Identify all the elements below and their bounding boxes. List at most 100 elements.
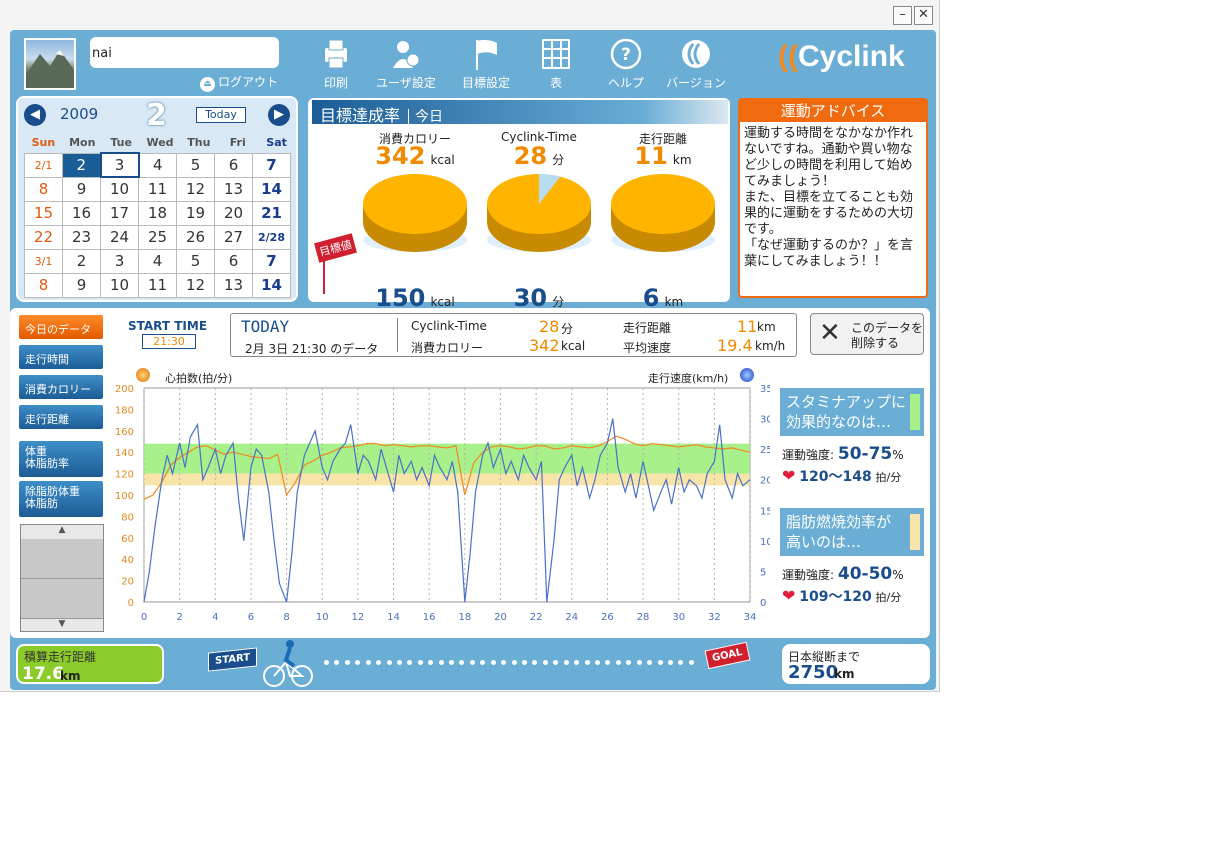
calendar-day[interactable]: 5 <box>176 248 215 274</box>
advice-panel: 運動アドバイス 運動する時間をなかなか作れないですね。通勤や買い物など少しの時間… <box>738 98 928 298</box>
speed-value: 19.4 <box>717 336 753 355</box>
calendar-day[interactable]: 16 <box>62 200 101 226</box>
calendar-day[interactable]: 24 <box>100 224 139 250</box>
achievement-pie <box>487 174 591 252</box>
today-button[interactable]: Today <box>196 107 246 123</box>
x-tick-label: 32 <box>708 612 721 623</box>
next-month-button[interactable]: ▶ <box>268 104 290 126</box>
calendar-day[interactable]: 3/1 <box>24 248 63 274</box>
calendar-day[interactable]: 15 <box>24 200 63 226</box>
goal-unit: 分 <box>552 295 565 309</box>
calendar-day[interactable]: 7 <box>252 248 291 274</box>
progress-dot <box>355 660 361 665</box>
username-field[interactable]: nai <box>90 37 279 68</box>
heart-rate-speed-chart: 0 2 4 6 8 10 12 14 16 18 20 22 24 26 28 30 32 34020406080… <box>115 384 770 623</box>
y-left-tick-label: 200 <box>115 384 134 395</box>
scroll-up-icon[interactable]: ▲ <box>21 525 103 539</box>
calendar-day[interactable]: 14 <box>252 176 291 202</box>
close-button[interactable]: ✕ <box>914 6 933 25</box>
toolbar-button-0[interactable]: 印刷 <box>306 38 366 91</box>
calendar-day[interactable]: 4 <box>138 152 177 178</box>
toolbar-button-4[interactable]: ? ヘルプ <box>596 38 656 91</box>
calendar-day[interactable]: 11 <box>138 272 177 298</box>
calendar-day[interactable]: 12 <box>176 176 215 202</box>
calendar-day[interactable]: 6 <box>214 248 253 274</box>
ct-value: 28 <box>539 317 560 336</box>
calendar-day[interactable]: 9 <box>62 272 101 298</box>
calendar-day[interactable]: 8 <box>24 272 63 298</box>
toolbar-button-1[interactable]: ユーザ設定 <box>376 38 436 91</box>
calendar-day[interactable]: 11 <box>138 176 177 202</box>
menu-scroll[interactable]: ▲ ▼ <box>20 524 104 632</box>
calendar-day[interactable]: 2 <box>62 248 101 274</box>
calendar-day[interactable]: 23 <box>62 224 101 250</box>
cyclink-logo: ((Cyclink <box>778 40 905 73</box>
weekday-thu: Thu <box>187 136 211 149</box>
progress-dot <box>376 660 382 665</box>
calendar-day[interactable]: 14 <box>252 272 291 298</box>
achievement-value: 342 <box>375 142 426 170</box>
x-tick-label: 16 <box>423 612 436 623</box>
toolbar-button-5[interactable]: バージョン <box>666 38 726 91</box>
progress-dot <box>449 660 455 665</box>
calendar-day[interactable]: 18 <box>138 200 177 226</box>
menu-item-1[interactable]: 走行時間 <box>18 344 104 370</box>
delete-data-button[interactable]: ✕ このデータを 削除する <box>810 313 924 355</box>
achievement-unit: km <box>672 153 692 167</box>
calendar-day[interactable]: 8 <box>24 176 63 202</box>
zone-hr-unit: 拍/分 <box>875 591 902 604</box>
x-tick-label: 30 <box>672 612 685 623</box>
logout-button[interactable]: ⏏ ログアウト <box>200 73 278 92</box>
progress-dot <box>667 660 673 665</box>
logo-text: Cyclink <box>797 40 905 73</box>
progress-dot <box>615 660 621 665</box>
progress-dot <box>428 660 434 665</box>
scroll-down-icon[interactable]: ▼ <box>21 619 103 631</box>
toolbar-button-2[interactable]: 目標設定 <box>456 38 516 91</box>
calendar-day[interactable]: 3 <box>100 248 139 274</box>
calendar-day[interactable]: 22 <box>24 224 63 250</box>
menu-item-3[interactable]: 走行距離 <box>18 404 104 430</box>
menu-item-2[interactable]: 消費カロリー <box>18 374 104 400</box>
menu2-item-1[interactable]: 除脂肪体重 体脂肪 <box>18 480 104 518</box>
calendar-day[interactable]: 25 <box>138 224 177 250</box>
weekday-mon: Mon <box>69 136 96 149</box>
calendar-day[interactable]: 7 <box>252 152 291 178</box>
weekday-fri: Fri <box>229 136 246 149</box>
progress-dot <box>678 660 684 665</box>
progress-dot <box>605 660 611 665</box>
calendar-day[interactable]: 20 <box>214 200 253 226</box>
calendar-day[interactable]: 12 <box>176 272 215 298</box>
calendar-day[interactable]: 2 <box>62 152 101 178</box>
progress-dot <box>584 660 590 665</box>
minimize-button[interactable]: – <box>893 6 912 25</box>
y-left-tick-label: 40 <box>121 555 134 566</box>
calendar-day[interactable]: 13 <box>214 272 253 298</box>
calendar-day[interactable]: 2/28 <box>252 224 291 250</box>
calendar-day[interactable]: 3 <box>99 152 140 178</box>
goal-unit: km <box>664 295 684 309</box>
calendar-day[interactable]: 26 <box>176 224 215 250</box>
calendar-day[interactable]: 19 <box>176 200 215 226</box>
calendar-day[interactable]: 10 <box>100 272 139 298</box>
menu2-item-0[interactable]: 体重 体脂肪率 <box>18 440 104 478</box>
calendar-day[interactable]: 4 <box>138 248 177 274</box>
calendar-day[interactable]: 13 <box>214 176 253 202</box>
calendar-day[interactable]: 9 <box>62 176 101 202</box>
calendar-day[interactable]: 6 <box>214 152 253 178</box>
advice-title: 運動アドバイス <box>740 100 926 122</box>
avatar[interactable] <box>24 38 76 90</box>
speed-legend-icon <box>740 368 754 382</box>
calendar-day[interactable]: 10 <box>100 176 139 202</box>
prev-month-button[interactable]: ◀ <box>24 104 46 126</box>
eject-icon: ⏏ <box>200 77 215 92</box>
calendar-day[interactable]: 2/1 <box>24 152 63 178</box>
calendar-day[interactable]: 17 <box>100 200 139 226</box>
calendar-day[interactable]: 5 <box>176 152 215 178</box>
zone-pct: % <box>892 448 904 462</box>
calendar-year: 2009 <box>60 105 99 123</box>
calendar-day[interactable]: 21 <box>252 200 291 226</box>
toolbar-button-3[interactable]: 表 <box>526 38 586 91</box>
menu-item-0[interactable]: 今日のデータ <box>18 314 104 340</box>
calendar-day[interactable]: 27 <box>214 224 253 250</box>
